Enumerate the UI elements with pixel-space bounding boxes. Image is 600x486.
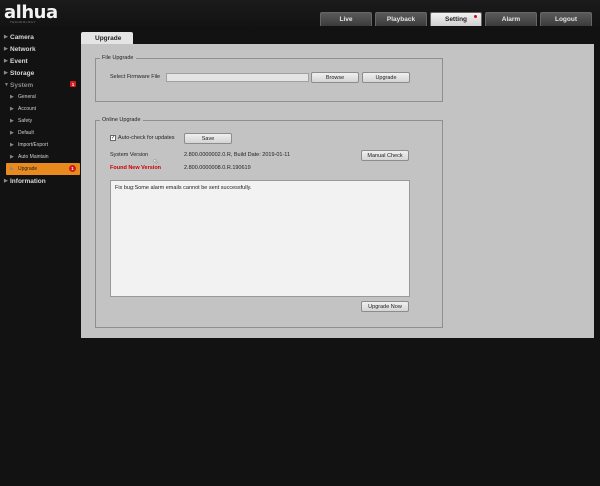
tab-logout[interactable]: Logout: [540, 12, 592, 26]
upgrade-panel: File Upgrade Select Firmware File Browse…: [81, 44, 594, 338]
sidebar-item-information[interactable]: ▶ Information: [0, 175, 80, 187]
system-version-value: 2.800.0000002.0.R, Build Date: 2019-01-1…: [184, 152, 291, 158]
tab-alarm[interactable]: Alarm: [485, 12, 537, 26]
found-new-version-value: 2.800.0000008.0.R.190619: [184, 165, 251, 171]
chevron-right-icon: ▶: [10, 118, 14, 124]
sidebar-item-label: Event: [10, 57, 28, 65]
mouse-cursor-icon: ↖: [153, 159, 159, 166]
tab-logout-label: Logout: [554, 16, 578, 23]
online-upgrade-group: Online Upgrade ✓ Auto-check for updates …: [95, 117, 443, 328]
release-notes-box[interactable]: Fix bug:Some alarm emails cannot be sent…: [110, 180, 410, 297]
chevron-right-icon: ▶: [10, 130, 14, 136]
tab-alarm-label: Alarm: [501, 16, 521, 23]
header-bar: alhua TECHNOLOGY Live Playback Setting A…: [0, 0, 600, 30]
sidebar-subitem-default[interactable]: ▶ Default: [0, 127, 80, 139]
top-nav: Live Playback Setting Alarm Logout: [320, 12, 592, 26]
brand-logo-subtitle: TECHNOLOGY: [10, 20, 37, 24]
notification-dot-icon: [474, 15, 477, 18]
tab-upgrade[interactable]: Upgrade: [81, 32, 133, 44]
system-version-label: System Version: [110, 152, 149, 158]
sidebar-item-label: Camera: [10, 33, 34, 41]
sidebar-item-label: Information: [10, 177, 46, 185]
chevron-right-icon: ▶: [10, 94, 14, 100]
sidebar-subitem-label: Auto Maintain: [18, 154, 49, 160]
file-upgrade-title: File Upgrade: [100, 55, 136, 61]
sidebar-subitem-label: Import/Export: [18, 142, 49, 148]
sidebar-item-network[interactable]: ▶ Network: [0, 43, 80, 55]
system-badge: 1: [70, 81, 76, 87]
browse-button[interactable]: Browse: [311, 72, 359, 83]
upgrade-badge: 1: [69, 165, 76, 172]
save-button[interactable]: Save: [184, 133, 232, 144]
sidebar-subitem-auto-maintain[interactable]: ▶ Auto Maintain: [0, 151, 80, 163]
sidebar-subitem-general[interactable]: ▶ General: [0, 91, 80, 103]
tab-setting-label: Setting: [444, 16, 468, 23]
chevron-right-icon: ▶: [10, 142, 14, 148]
select-firmware-label: Select Firmware File: [110, 74, 161, 80]
sidebar-item-system[interactable]: ▼ System 1: [0, 79, 80, 91]
auto-check-label: Auto-check for updates: [118, 135, 175, 141]
sidebar-item-label: Network: [10, 45, 36, 53]
sidebar-item-label: Storage: [10, 69, 35, 77]
file-upgrade-group: File Upgrade Select Firmware File Browse…: [95, 55, 443, 102]
chevron-right-icon: ▶: [10, 106, 14, 112]
sidebar-item-storage[interactable]: ▶ Storage: [0, 67, 80, 79]
firmware-file-input[interactable]: [166, 73, 309, 82]
sidebar-subitem-import-export[interactable]: ▶ Import/Export: [0, 139, 80, 151]
release-notes-text: Fix bug:Some alarm emails cannot be sent…: [115, 185, 252, 191]
tab-playback[interactable]: Playback: [375, 12, 427, 26]
sidebar-subitem-label: General: [18, 94, 36, 100]
upgrade-now-button[interactable]: Upgrade Now: [361, 301, 409, 312]
sidebar-subitem-label: Account: [18, 106, 37, 112]
sidebar-item-event[interactable]: ▶ Event: [0, 55, 80, 67]
manual-check-button[interactable]: Manual Check: [361, 150, 409, 161]
sidebar-item-label: System: [10, 81, 34, 89]
sidebar-item-camera[interactable]: ▶ Camera: [0, 31, 80, 43]
auto-check-checkbox[interactable]: ✓: [110, 135, 116, 141]
tab-live[interactable]: Live: [320, 12, 372, 26]
tab-setting[interactable]: Setting: [430, 12, 482, 26]
sidebar-subitem-safety[interactable]: ▶ Safety: [0, 115, 80, 127]
chevron-right-icon: ▶: [10, 154, 14, 160]
upgrade-button[interactable]: Upgrade: [362, 72, 410, 83]
sidebar-subitem-label: Upgrade: [18, 166, 38, 172]
tab-live-label: Live: [339, 16, 353, 23]
tab-playback-label: Playback: [386, 16, 416, 23]
sidebar-subitem-upgrade[interactable]: ▶ Upgrade 1: [6, 163, 80, 175]
sidebar-subitem-label: Safety: [18, 118, 33, 124]
sidebar: ▶ Camera ▶ Network ▶ Event ▶ Storage ▼ System…: [0, 31, 80, 187]
sidebar-subitem-account[interactable]: ▶ Account: [0, 103, 80, 115]
sidebar-subitem-label: Default: [18, 130, 34, 136]
chevron-right-icon: ▶: [10, 166, 14, 172]
online-upgrade-title: Online Upgrade: [100, 117, 143, 123]
